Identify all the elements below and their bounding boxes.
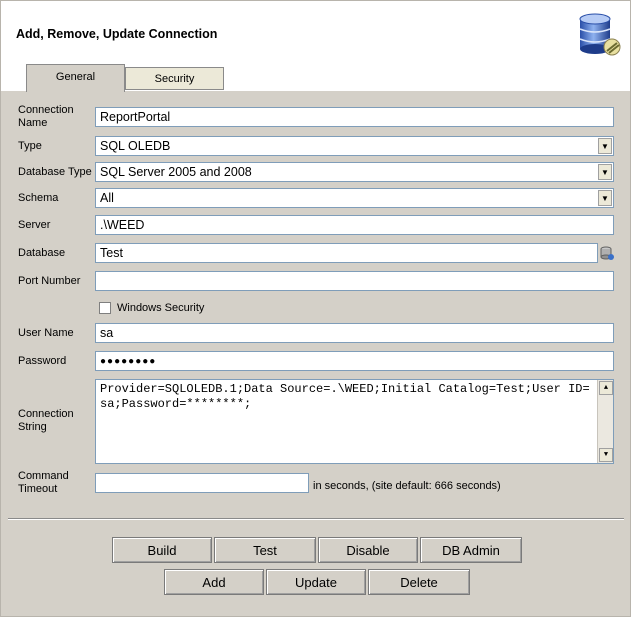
windows-security-checkbox[interactable]	[99, 302, 111, 314]
database-icon	[577, 11, 623, 57]
test-button[interactable]: Test	[214, 537, 316, 563]
tab-general[interactable]: General	[26, 64, 125, 92]
db-admin-button[interactable]: DB Admin	[420, 537, 522, 563]
database-type-select-value: SQL Server 2005 and 2008	[100, 165, 252, 179]
command-timeout-label-line1: Command	[18, 470, 69, 482]
build-button[interactable]: Build	[112, 537, 212, 563]
schema-select-value: All	[100, 191, 114, 205]
update-button[interactable]: Update	[266, 569, 366, 595]
type-label: Type	[18, 140, 42, 152]
disable-button[interactable]: Disable	[318, 537, 418, 563]
chevron-down-icon[interactable]: ▼	[598, 138, 612, 154]
user-name-input[interactable]: sa	[95, 323, 614, 343]
type-select-value: SQL OLEDB	[100, 139, 171, 153]
command-timeout-note: in seconds, (site default: 666 seconds)	[313, 480, 501, 492]
user-name-label: User Name	[18, 327, 74, 339]
connection-name-label: Connection Name	[18, 104, 74, 130]
command-timeout-label-line2: Timeout	[18, 483, 58, 495]
connection-string-label-line1: Connection	[18, 408, 74, 420]
connection-string-text: Provider=SQLOLEDB.1;Data Source=.\WEED;I…	[100, 382, 590, 411]
connection-name-input[interactable]: ReportPortal	[95, 107, 614, 127]
database-type-label: Database Type	[18, 166, 92, 178]
connection-string-scrollbar[interactable]: ▲ ▼	[597, 380, 613, 463]
password-label: Password	[18, 355, 67, 367]
windows-security-label: Windows Security	[117, 302, 205, 314]
connection-string-label: Connection String	[18, 408, 74, 434]
separator	[8, 518, 624, 520]
schema-select[interactable]: All ▼	[95, 188, 614, 208]
server-input[interactable]: .\WEED	[95, 215, 614, 235]
header: Add, Remove, Update Connection	[1, 1, 630, 61]
type-select[interactable]: SQL OLEDB ▼	[95, 136, 614, 156]
schema-label: Schema	[18, 192, 59, 204]
server-label: Server	[18, 219, 51, 231]
database-type-select[interactable]: SQL Server 2005 and 2008 ▼	[95, 162, 614, 182]
port-number-input[interactable]	[95, 271, 614, 291]
command-timeout-input[interactable]	[95, 473, 309, 493]
database-label: Database	[18, 247, 66, 259]
database-input[interactable]: Test	[95, 243, 598, 263]
database-browse-icon[interactable]	[599, 245, 615, 261]
connection-string-textarea[interactable]: Provider=SQLOLEDB.1;Data Source=.\WEED;I…	[95, 379, 614, 464]
scroll-up-icon[interactable]: ▲	[599, 381, 613, 395]
add-button[interactable]: Add	[164, 569, 264, 595]
connection-name-label-line2: Name	[18, 117, 48, 129]
scroll-down-icon[interactable]: ▼	[599, 448, 613, 462]
chevron-down-icon[interactable]: ▼	[598, 190, 612, 206]
tab-security[interactable]: Security	[125, 67, 224, 90]
delete-button[interactable]: Delete	[368, 569, 470, 595]
connection-string-label-line2: String	[18, 421, 47, 433]
connection-dialog: Add, Remove, Update Connection General S…	[0, 0, 631, 617]
page-title: Add, Remove, Update Connection	[16, 27, 218, 41]
port-number-label: Port Number	[18, 275, 81, 287]
command-timeout-label: Command Timeout	[18, 470, 69, 496]
chevron-down-icon[interactable]: ▼	[598, 164, 612, 180]
connection-name-label-line1: Connection	[18, 104, 74, 116]
password-input[interactable]: ●●●●●●●●	[95, 351, 614, 371]
